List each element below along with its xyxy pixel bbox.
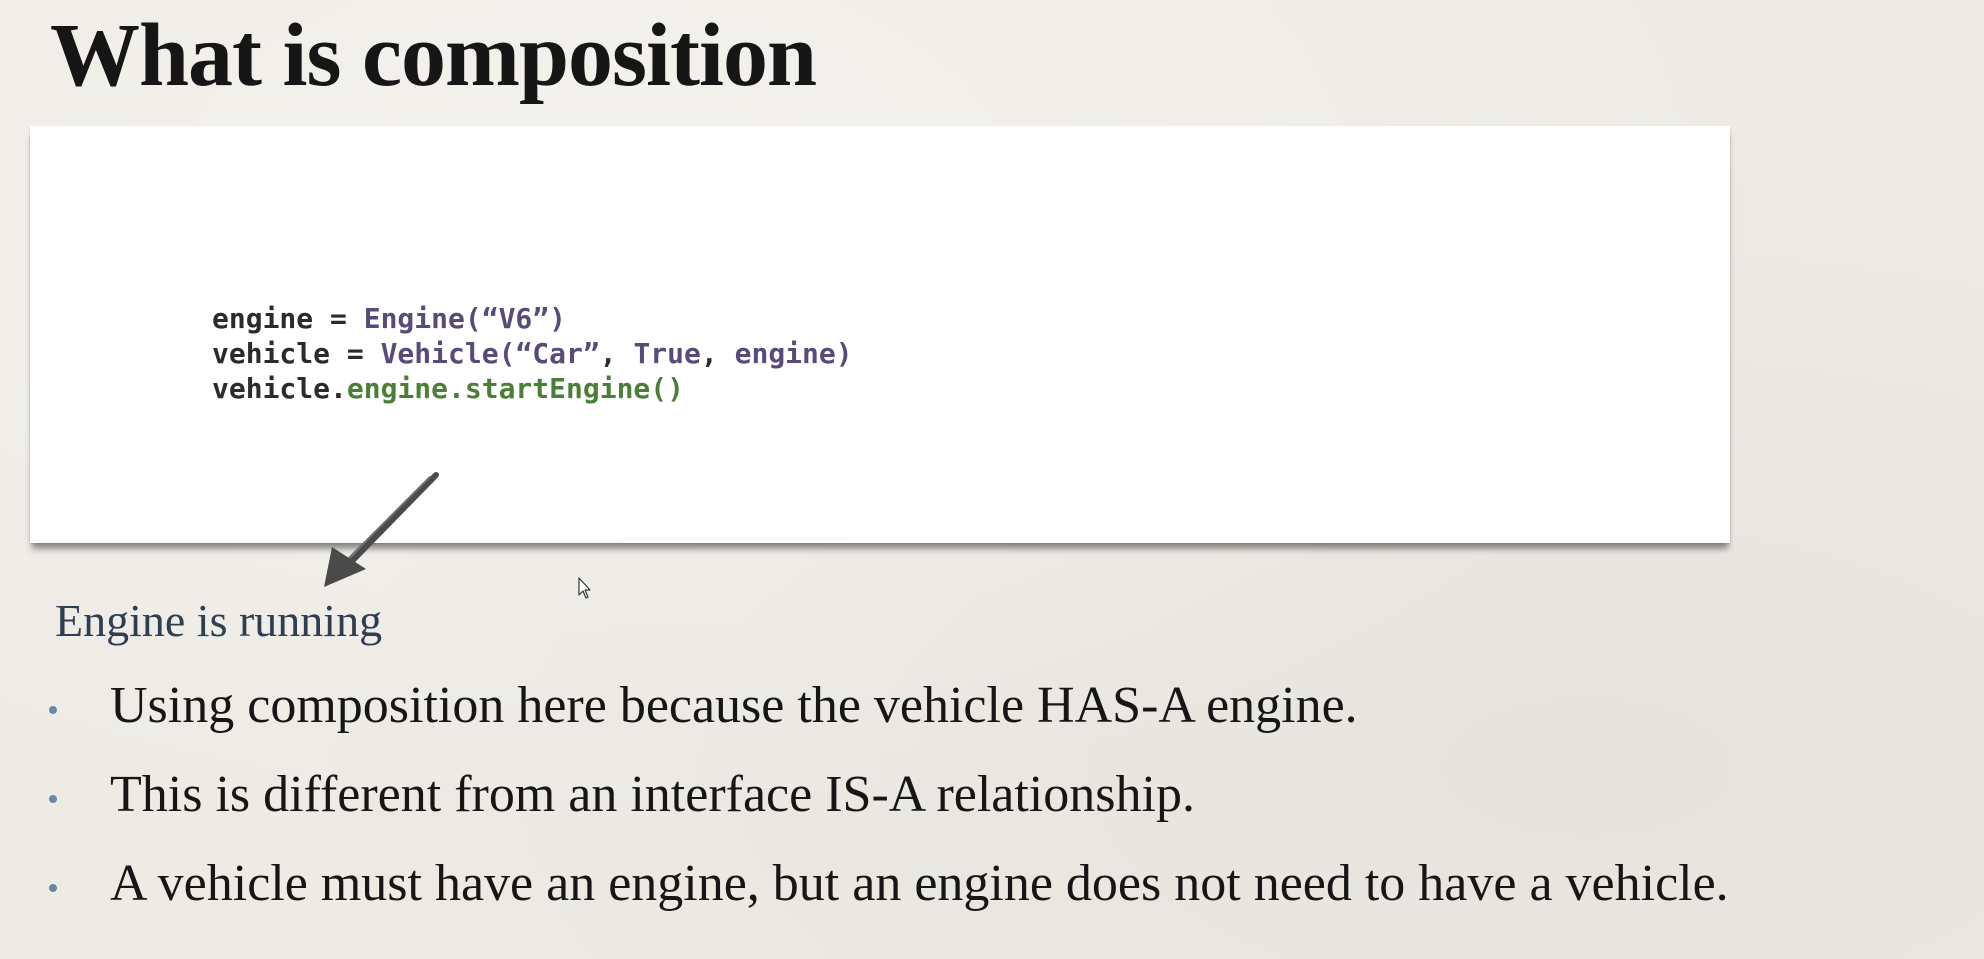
code-token: engine = [212,302,364,335]
slide-title: What is composition [50,6,817,105]
code-block: engine = Engine(“V6”) vehicle = Vehicle(… [212,301,853,406]
bullet-dot-icon [49,706,57,714]
code-token: Engine(“V6”) [363,302,567,335]
code-token: Vehicle(“Car” [380,337,600,370]
code-token: vehicle. [212,372,347,405]
code-token: ) [835,337,853,370]
code-token: vehicle = [212,337,381,370]
code-panel: engine = Engine(“V6”) vehicle = Vehicle(… [30,126,1730,543]
code-token: , [599,337,634,370]
bullet-dot-icon [49,884,57,892]
code-line: vehicle = Vehicle(“Car”, True, engine) [212,337,853,370]
code-token: engine.startEngine() [346,372,685,405]
bullet-text: This is different from an interface IS-A… [110,766,1195,823]
mouse-pointer-icon [578,577,591,599]
code-line: engine = Engine(“V6”) [212,302,566,335]
console-output: Engine is running [55,595,383,646]
arrow-down-left-icon [324,472,439,587]
bullet-text: Using composition here because the vehic… [110,677,1358,734]
code-token: True [633,337,701,370]
bullet-dot-icon [49,795,57,803]
code-token: , [700,337,735,370]
code-token: engine [734,337,836,370]
code-line: vehicle.engine.startEngine() [212,372,684,405]
bullet-text: A vehicle must have an engine, but an en… [110,855,1729,912]
